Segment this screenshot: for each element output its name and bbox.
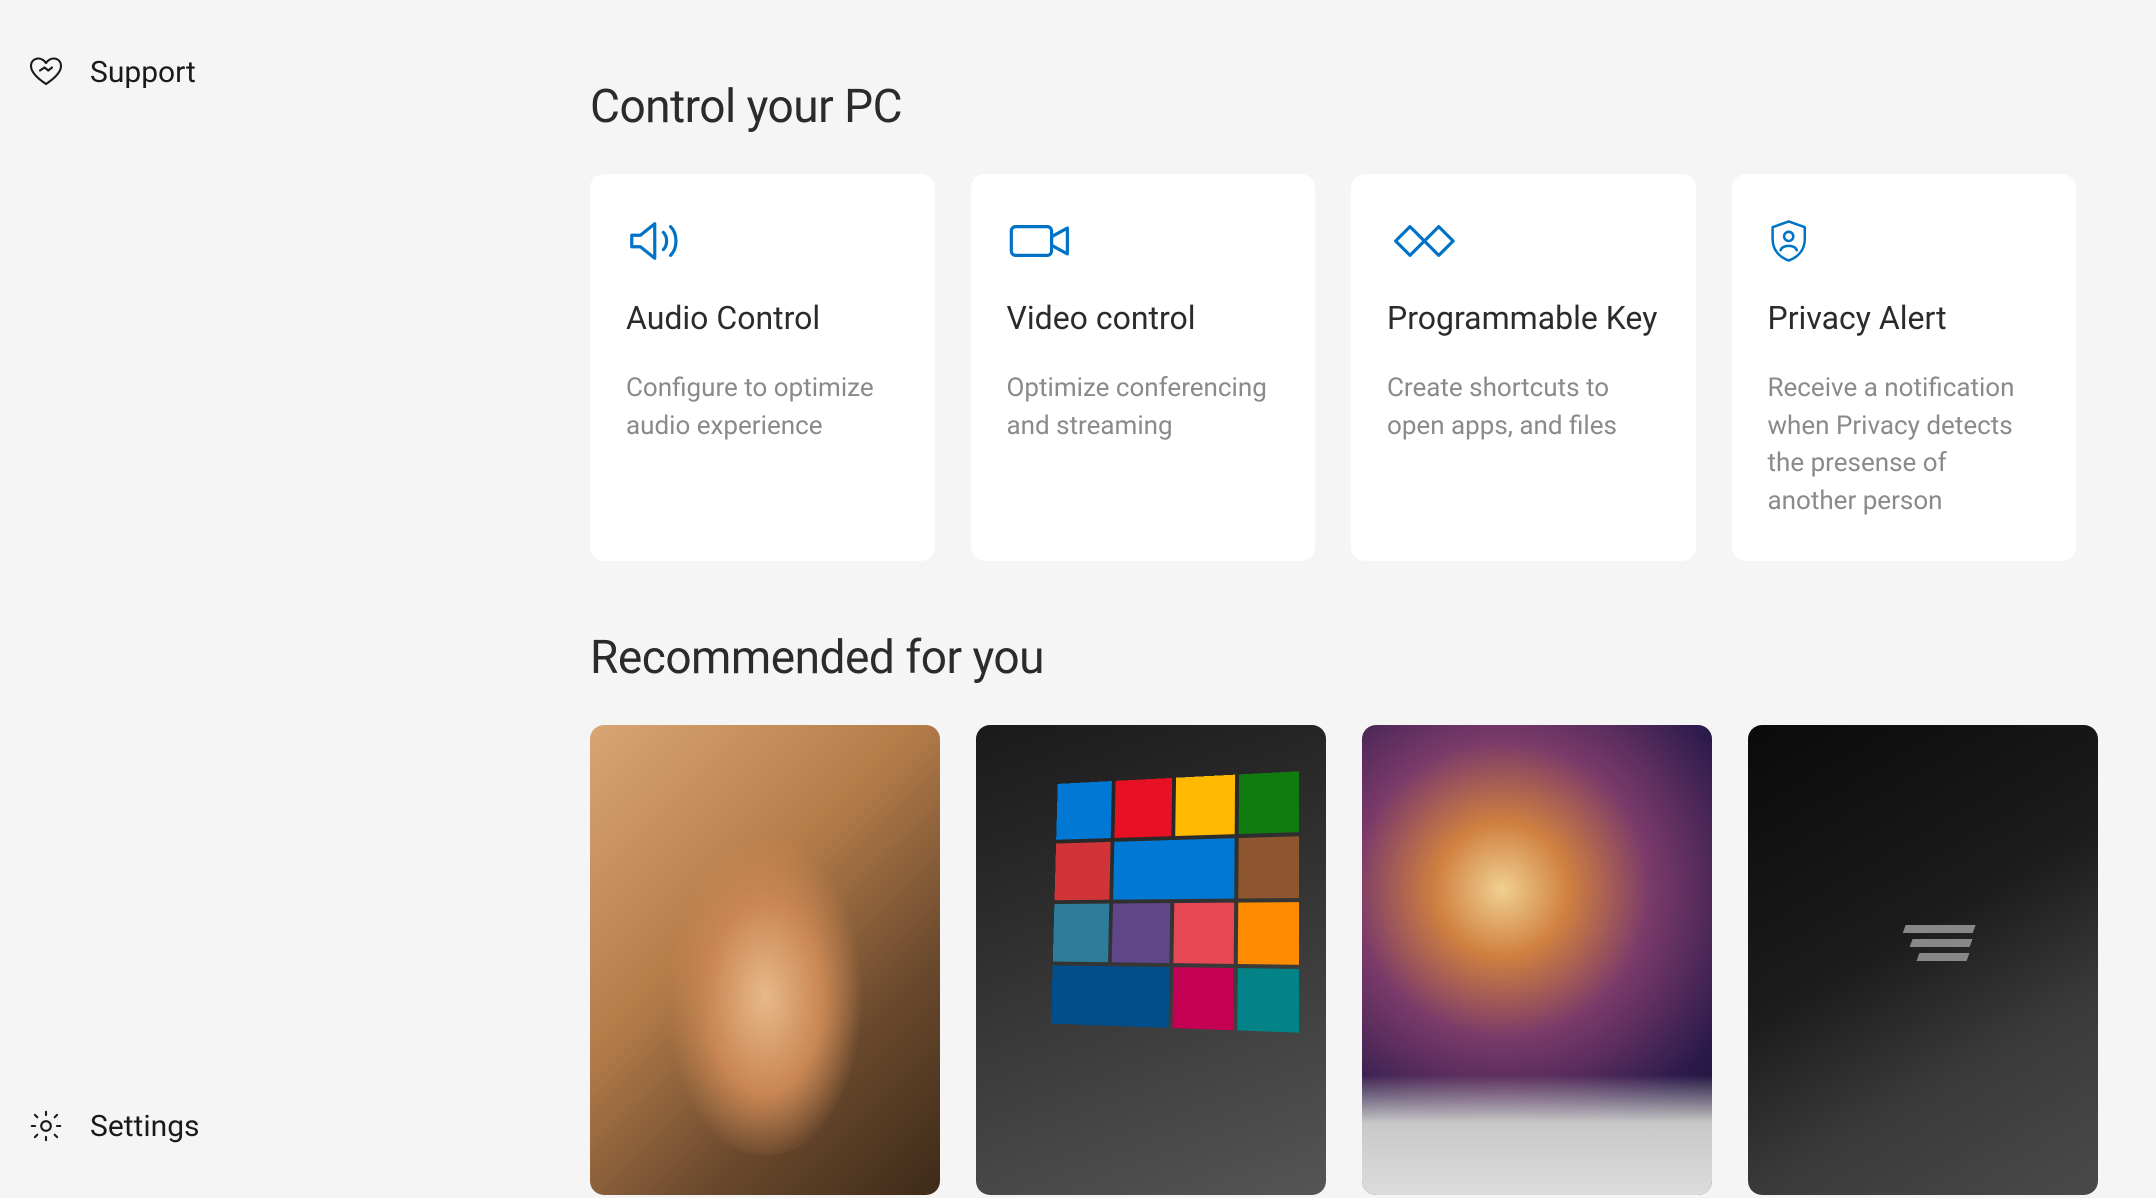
sidebar-item-label: Support <box>90 55 196 90</box>
sidebar-bottom: Settings <box>0 1084 510 1168</box>
card-subtitle: Optimize conferencing and streaming <box>1007 370 1280 445</box>
privacy-shield-icon <box>1768 218 2041 272</box>
card-title: Audio Control <box>626 298 899 338</box>
card-subtitle: Receive a notification when Privacy dete… <box>1768 370 2041 521</box>
programmable-key-icon <box>1387 218 1660 272</box>
card-title: Programmable Key <box>1387 298 1660 338</box>
rec-card-change-your[interactable]: Change your <box>1362 725 1712 1198</box>
card-title: Video control <box>1007 298 1280 338</box>
rec-thumbnail <box>1748 725 2098 1195</box>
sidebar-item-support[interactable]: Support <box>0 30 510 114</box>
card-video-control[interactable]: Video control Optimize conferencing and … <box>971 174 1316 561</box>
gear-icon <box>28 1108 64 1144</box>
card-audio-control[interactable]: Audio Control Configure to optimize audi… <box>590 174 935 561</box>
recommended-row: Add a new profile Optimize your menu Cha… <box>590 725 2076 1198</box>
rec-card-add-profile[interactable]: Add a new profile <box>590 725 940 1198</box>
card-privacy-alert[interactable]: Privacy Alert Receive a notification whe… <box>1732 174 2077 561</box>
control-cards-row: Audio Control Configure to optimize audi… <box>590 174 2076 561</box>
rec-thumbnail <box>590 725 940 1195</box>
speaker-icon <box>626 218 899 272</box>
card-subtitle: Create shortcuts to open apps, and files <box>1387 370 1660 445</box>
main-content: Control your PC Audio Control Configure … <box>510 0 2156 1198</box>
rec-card-optimize-menu[interactable]: Optimize your menu <box>976 725 1326 1198</box>
rec-thumbnail <box>1362 725 1712 1195</box>
section-title-recommended: Recommended for you <box>590 631 2076 685</box>
card-title: Privacy Alert <box>1768 298 2041 338</box>
card-subtitle: Configure to optimize audio experience <box>626 370 899 445</box>
sidebar: Support Settings <box>0 0 510 1198</box>
card-programmable-key[interactable]: Programmable Key Create shortcuts to ope… <box>1351 174 1696 561</box>
video-camera-icon <box>1007 218 1280 272</box>
rec-card-dark-mode[interactable]: Explore Dark Mode <box>1748 725 2098 1198</box>
rec-thumbnail <box>976 725 1326 1195</box>
handshake-heart-icon <box>28 54 64 90</box>
section-title-control: Control your PC <box>590 80 2076 134</box>
sidebar-item-label: Settings <box>90 1109 200 1144</box>
sidebar-top: Support <box>0 30 510 1084</box>
sidebar-item-settings[interactable]: Settings <box>0 1084 510 1168</box>
